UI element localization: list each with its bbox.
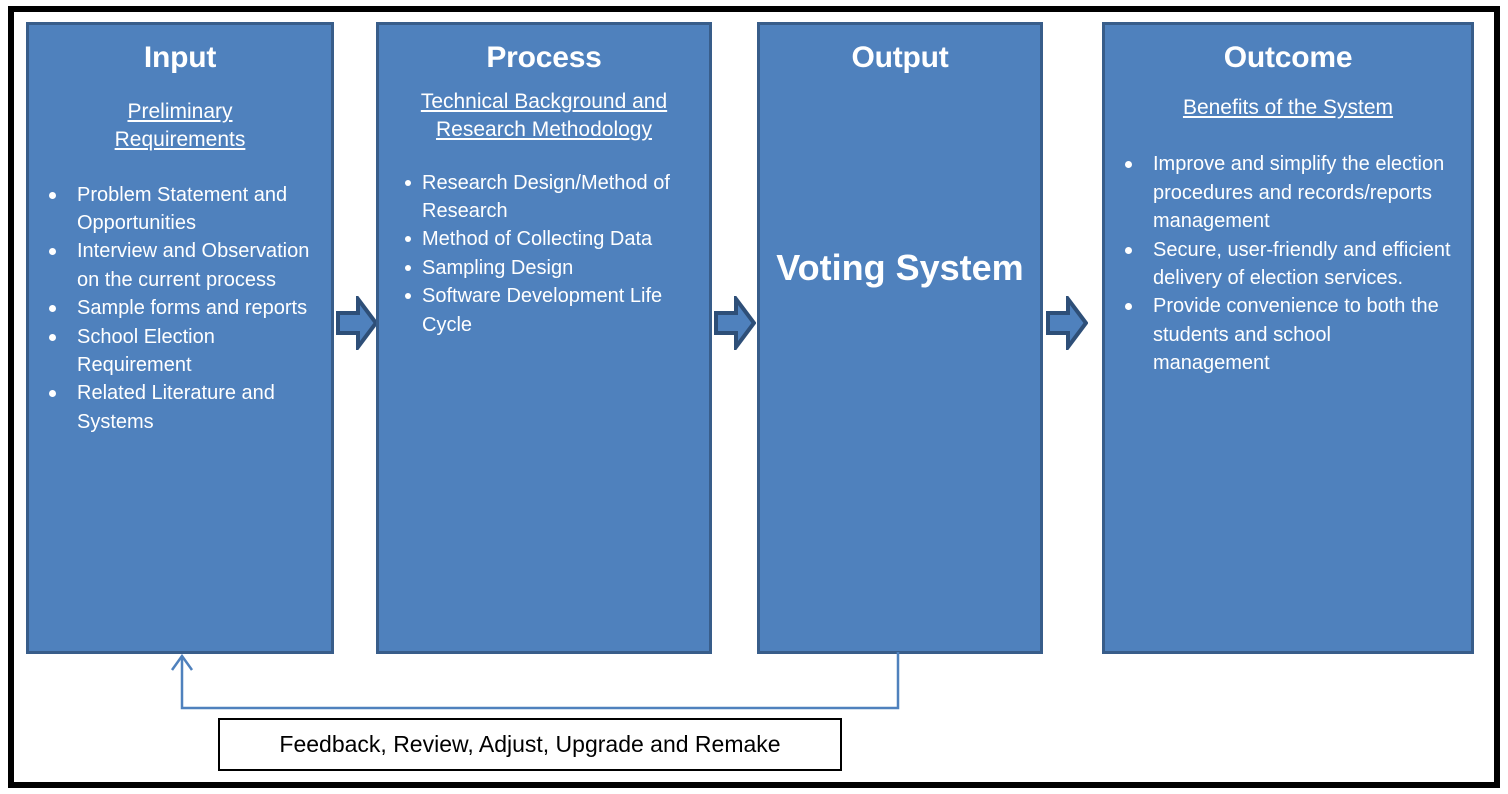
list-item: Related Literature and Systems [29, 379, 331, 436]
stage-box-process: Process Technical Background and Researc… [376, 22, 712, 654]
list-item: Sampling Design [403, 254, 691, 282]
stage-bullets-input: Problem Statement and Opportunities Inte… [29, 181, 331, 437]
stage-subtitle-outcome: Benefits of the System [1182, 96, 1394, 119]
stage-box-outcome: Outcome Benefits of the System Improve a… [1102, 22, 1474, 654]
list-item: Method of Collecting Data [403, 225, 691, 253]
stage-center-label-output: Voting System [776, 247, 1024, 288]
stage-box-input: Input Preliminary Requirements Problem S… [26, 22, 334, 654]
list-item: Secure, user-friendly and efficient deli… [1105, 236, 1453, 293]
stage-title-input: Input [143, 41, 217, 74]
feedback-label-text: Feedback, Review, Adjust, Upgrade and Re… [279, 731, 781, 757]
list-item: Interview and Observation on the current… [29, 237, 331, 294]
stage-bullets-outcome: Improve and simplify the election proced… [1105, 150, 1453, 377]
stage-subtitle-process: Technical Background and Research Method… [420, 90, 668, 142]
connector-process-to-output [714, 296, 756, 350]
list-item: School Election Requirement [29, 323, 331, 380]
list-item: Software Development Life Cycle [403, 282, 691, 339]
list-item: Sample forms and reports [29, 294, 331, 322]
connector-input-to-process [336, 296, 378, 350]
stage-title-outcome: Outcome [1223, 41, 1353, 74]
right-block-arrow-icon [1046, 296, 1088, 350]
list-item: Improve and simplify the election proced… [1105, 150, 1453, 235]
list-item: Research Design/Method of Research [403, 169, 691, 226]
stage-title-process: Process [486, 41, 602, 74]
right-block-arrow-icon [714, 296, 756, 350]
right-block-arrow-icon [336, 296, 378, 350]
stage-box-output: Output Voting System [757, 22, 1043, 654]
stage-subtitle-input: Preliminary Requirements [114, 100, 246, 152]
list-item: Provide convenience to both the students… [1105, 292, 1453, 377]
list-item: Problem Statement and Opportunities [29, 181, 331, 238]
connector-output-to-outcome [1046, 296, 1088, 350]
stage-title-output: Output [851, 41, 949, 74]
feedback-label-box: Feedback, Review, Adjust, Upgrade and Re… [218, 718, 842, 771]
diagram-canvas: Input Preliminary Requirements Problem S… [0, 0, 1508, 794]
stage-bullets-process: Research Design/Method of Research Metho… [403, 169, 691, 339]
